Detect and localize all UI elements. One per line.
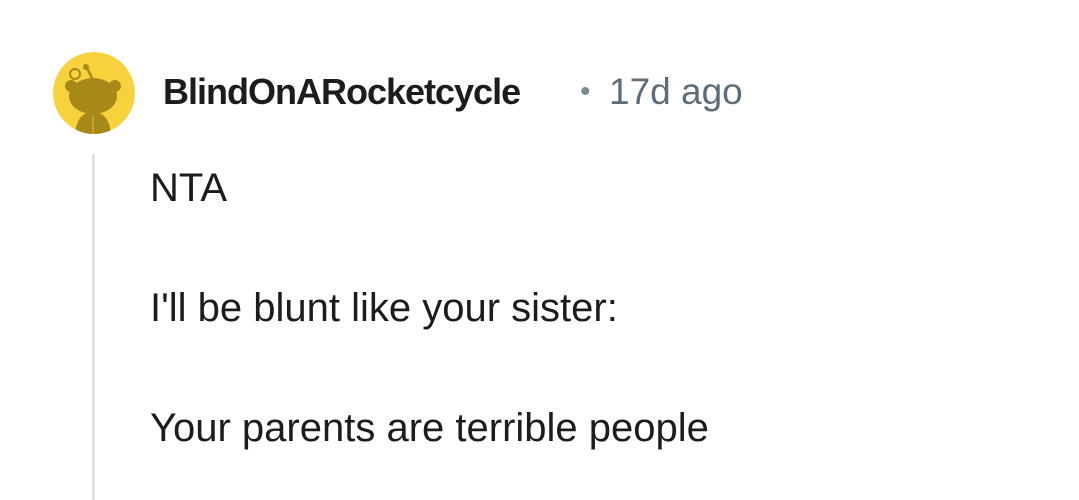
comment-body-line: NTA: [150, 166, 228, 210]
thread-line[interactable]: [92, 154, 95, 500]
avatar[interactable]: [53, 52, 135, 134]
meta-separator: •: [580, 75, 591, 108]
comment-body-line: I'll be blunt like your sister:: [150, 286, 618, 330]
comment-timestamp: 17d ago: [609, 71, 743, 112]
comment-author[interactable]: BlindOnARocketcycle: [163, 72, 521, 112]
comment-body-line: Your parents are terrible people: [150, 406, 709, 450]
snoo-avatar-icon: [53, 52, 135, 134]
